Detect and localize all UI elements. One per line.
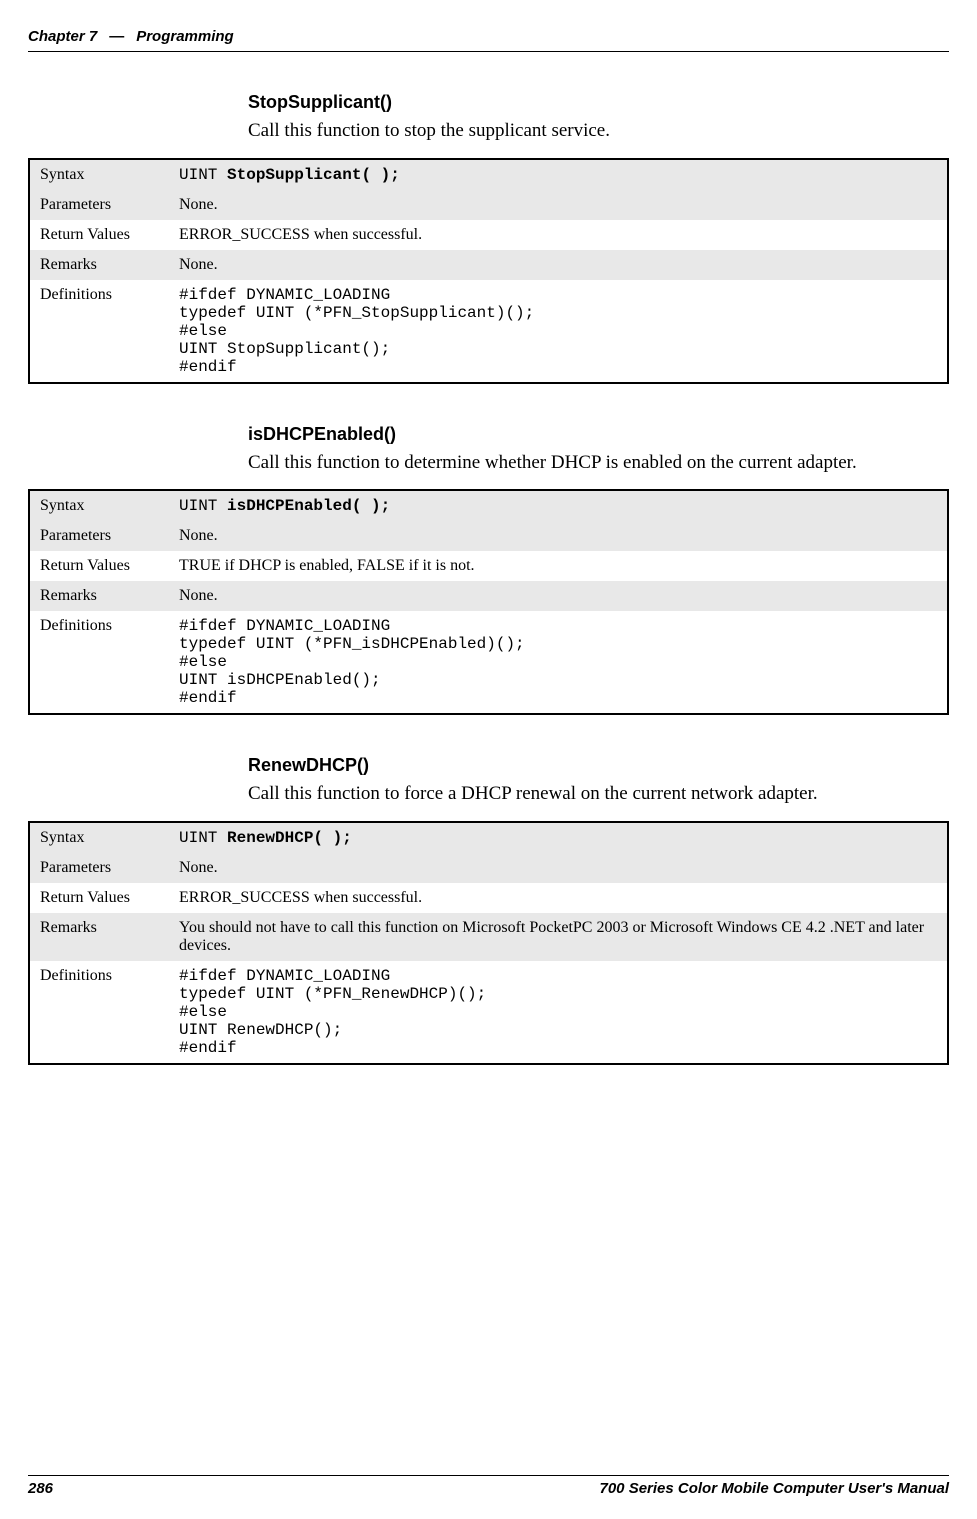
table-row: Remarks None. bbox=[29, 581, 948, 611]
row-value: ERROR_SUCCESS when successful. bbox=[169, 883, 948, 913]
table-isdhcpenabled: Syntax UINT isDHCPEnabled( ); Parameters… bbox=[28, 489, 949, 715]
row-value: UINT StopSupplicant( ); bbox=[169, 159, 948, 190]
heading-stopsupplicant: StopSupplicant() bbox=[248, 92, 949, 113]
row-value: None. bbox=[169, 250, 948, 280]
row-value: None. bbox=[169, 190, 948, 220]
table-renewdhcp: Syntax UINT RenewDHCP( ); Parameters Non… bbox=[28, 821, 949, 1065]
table-row: Parameters None. bbox=[29, 521, 948, 551]
table-row: Remarks You should not have to call this… bbox=[29, 913, 948, 961]
table-row: Return Values ERROR_SUCCESS when success… bbox=[29, 220, 948, 250]
page-header: Chapter 7 — Programming bbox=[28, 28, 949, 45]
row-label: Remarks bbox=[29, 913, 169, 961]
syntax-bold: StopSupplicant( ); bbox=[227, 166, 400, 184]
row-value: None. bbox=[169, 581, 948, 611]
table-row: Return Values ERROR_SUCCESS when success… bbox=[29, 883, 948, 913]
syntax-bold: RenewDHCP( ); bbox=[227, 829, 352, 847]
text-stopsupplicant: Call this function to stop the supplican… bbox=[248, 119, 948, 144]
row-label: Return Values bbox=[29, 220, 169, 250]
table-row: Parameters None. bbox=[29, 853, 948, 883]
heading-renewdhcp: RenewDHCP() bbox=[248, 755, 949, 776]
row-label: Syntax bbox=[29, 822, 169, 853]
row-label: Parameters bbox=[29, 521, 169, 551]
row-label: Parameters bbox=[29, 190, 169, 220]
chapter-label: Chapter 7 bbox=[28, 28, 97, 45]
row-value: ERROR_SUCCESS when successful. bbox=[169, 220, 948, 250]
text-isdhcpenabled: Call this function to determine whether … bbox=[248, 451, 948, 476]
table-row: Remarks None. bbox=[29, 250, 948, 280]
text-renewdhcp: Call this function to force a DHCP renew… bbox=[248, 782, 948, 807]
row-value: #ifdef DYNAMIC_LOADING typedef UINT (*PF… bbox=[169, 611, 948, 714]
row-label: Definitions bbox=[29, 280, 169, 383]
row-value: UINT RenewDHCP( ); bbox=[169, 822, 948, 853]
syntax-bold: isDHCPEnabled( ); bbox=[227, 497, 390, 515]
row-label: Definitions bbox=[29, 611, 169, 714]
row-label: Syntax bbox=[29, 159, 169, 190]
table-row: Syntax UINT StopSupplicant( ); bbox=[29, 159, 948, 190]
footer-rule bbox=[28, 1475, 949, 1476]
row-value: #ifdef DYNAMIC_LOADING typedef UINT (*PF… bbox=[169, 961, 948, 1064]
row-label: Remarks bbox=[29, 250, 169, 280]
syntax-prefix: UINT bbox=[179, 829, 227, 847]
syntax-prefix: UINT bbox=[179, 497, 227, 515]
header-dash: — bbox=[109, 28, 124, 45]
row-label: Return Values bbox=[29, 551, 169, 581]
footer-row: 286 700 Series Color Mobile Computer Use… bbox=[28, 1480, 949, 1497]
row-label: Remarks bbox=[29, 581, 169, 611]
table-row: Return Values TRUE if DHCP is enabled, F… bbox=[29, 551, 948, 581]
row-value: TRUE if DHCP is enabled, FALSE if it is … bbox=[169, 551, 948, 581]
table-row: Definitions #ifdef DYNAMIC_LOADING typed… bbox=[29, 961, 948, 1064]
table-row: Syntax UINT isDHCPEnabled( ); bbox=[29, 490, 948, 521]
row-label: Parameters bbox=[29, 853, 169, 883]
row-value: None. bbox=[169, 521, 948, 551]
row-value: You should not have to call this functio… bbox=[169, 913, 948, 961]
row-value: None. bbox=[169, 853, 948, 883]
header-rule bbox=[28, 51, 949, 52]
row-value: #ifdef DYNAMIC_LOADING typedef UINT (*PF… bbox=[169, 280, 948, 383]
table-row: Definitions #ifdef DYNAMIC_LOADING typed… bbox=[29, 280, 948, 383]
row-label: Syntax bbox=[29, 490, 169, 521]
chapter-title: Programming bbox=[136, 28, 234, 45]
row-value: UINT isDHCPEnabled( ); bbox=[169, 490, 948, 521]
row-label: Definitions bbox=[29, 961, 169, 1064]
table-row: Parameters None. bbox=[29, 190, 948, 220]
table-row: Syntax UINT RenewDHCP( ); bbox=[29, 822, 948, 853]
page-number: 286 bbox=[28, 1480, 53, 1497]
heading-isdhcpenabled: isDHCPEnabled() bbox=[248, 424, 949, 445]
table-stopsupplicant: Syntax UINT StopSupplicant( ); Parameter… bbox=[28, 158, 949, 384]
footer-title: 700 Series Color Mobile Computer User's … bbox=[600, 1480, 950, 1497]
table-row: Definitions #ifdef DYNAMIC_LOADING typed… bbox=[29, 611, 948, 714]
row-label: Return Values bbox=[29, 883, 169, 913]
page-footer: 286 700 Series Color Mobile Computer Use… bbox=[28, 1475, 949, 1497]
syntax-prefix: UINT bbox=[179, 166, 227, 184]
